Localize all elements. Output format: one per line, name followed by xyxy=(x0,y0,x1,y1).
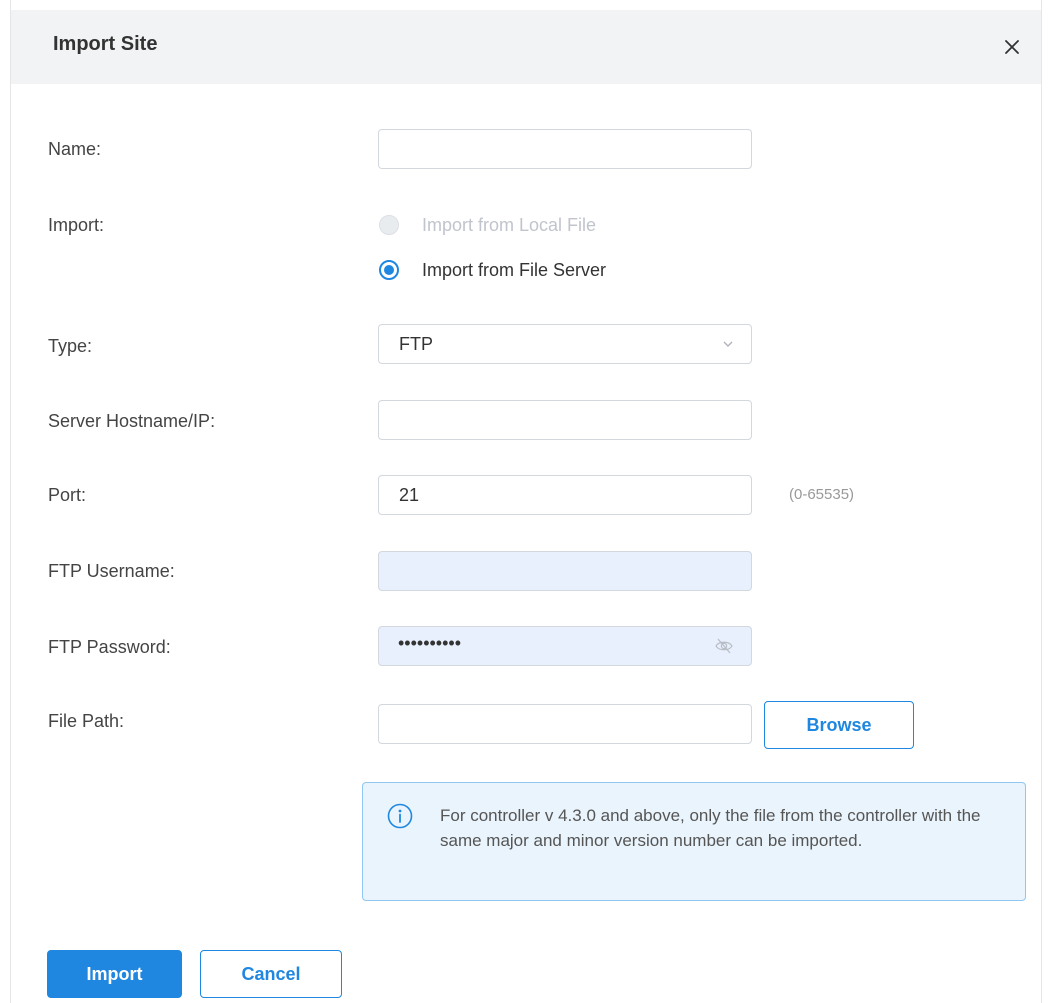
eye-off-icon[interactable] xyxy=(714,636,734,656)
radio-local-file-label: Import from Local File xyxy=(422,214,597,235)
server-hostname-input[interactable] xyxy=(378,400,752,440)
info-icon xyxy=(387,803,413,829)
import-label: Import: xyxy=(48,215,105,235)
name-label: Name: xyxy=(48,139,102,159)
radio-import-local-file[interactable]: Import from Local File xyxy=(379,211,596,239)
ftp-username-input[interactable] xyxy=(378,551,752,591)
info-text: For controller v 4.3.0 and above, only t… xyxy=(440,806,981,850)
port-range-hint: (0-65535) xyxy=(789,486,855,503)
info-notice: For controller v 4.3.0 and above, only t… xyxy=(362,782,1026,901)
type-select[interactable]: FTP xyxy=(378,324,752,364)
ftp-password-input[interactable] xyxy=(378,626,752,666)
file-path-input[interactable] xyxy=(378,704,752,744)
dialog-title: Import Site xyxy=(53,33,158,55)
radio-file-server-circle xyxy=(379,260,399,280)
close-icon[interactable] xyxy=(999,34,1025,60)
browse-button[interactable]: Browse xyxy=(764,701,914,749)
port-label: Port: xyxy=(48,485,87,505)
import-button[interactable]: Import xyxy=(47,950,182,998)
type-label: Type: xyxy=(48,336,93,356)
ftp-password-wrapper: •••••••••• xyxy=(378,626,752,666)
radio-import-file-server[interactable]: Import from File Server xyxy=(379,256,606,284)
server-hostname-label: Server Hostname/IP: xyxy=(48,411,216,431)
dialog-header: Import Site xyxy=(11,10,1041,84)
ftp-password-label: FTP Password: xyxy=(48,637,171,657)
port-input[interactable] xyxy=(378,475,752,515)
radio-local-file-circle xyxy=(379,215,399,235)
import-site-dialog: Import Site Name: Import: Import from Lo… xyxy=(10,0,1042,1003)
name-input[interactable] xyxy=(378,129,752,169)
type-select-value: FTP xyxy=(399,334,433,354)
cancel-button[interactable]: Cancel xyxy=(200,950,342,998)
radio-file-server-label: Import from File Server xyxy=(422,259,607,280)
chevron-down-icon xyxy=(723,341,733,347)
ftp-username-label: FTP Username: xyxy=(48,561,175,581)
file-path-label: File Path: xyxy=(48,711,125,731)
